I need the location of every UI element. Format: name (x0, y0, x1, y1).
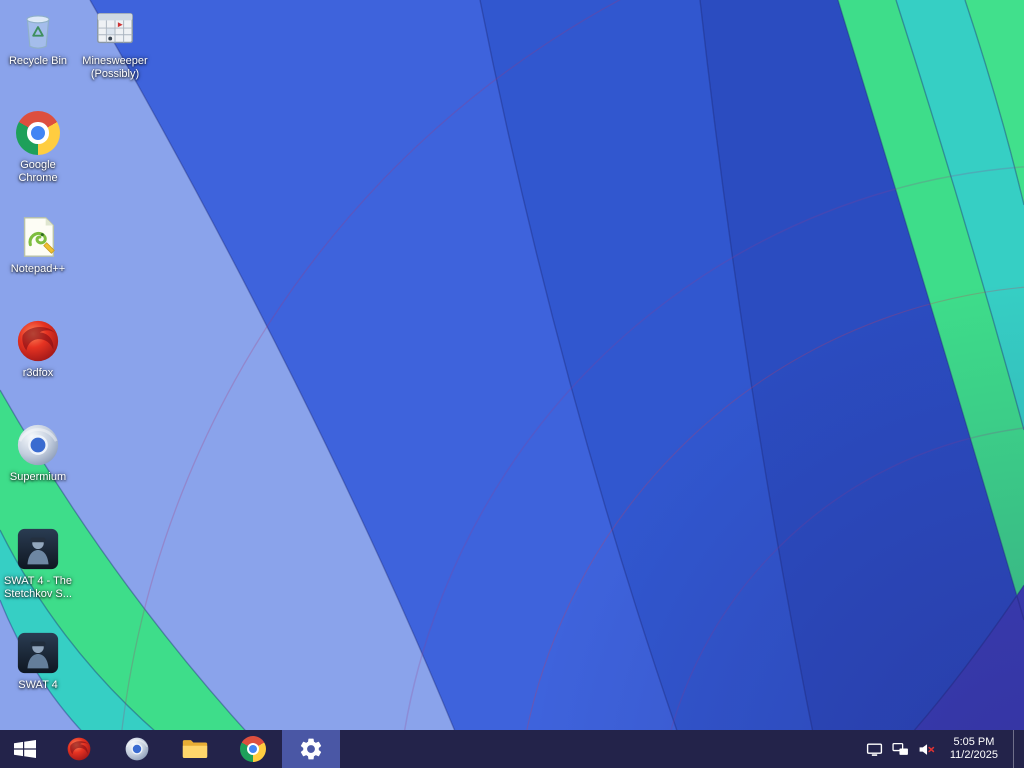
taskbar-r3dfox-button[interactable] (50, 730, 108, 768)
network-icon[interactable] (892, 741, 909, 758)
desktop-icon-label: SWAT 4 (18, 679, 58, 691)
r3dfox-icon (66, 736, 92, 762)
desktop-icon-label: Notepad++ (10, 263, 66, 275)
tray-time: 5:05 PM (953, 736, 995, 748)
desktop-icon-recycle-bin[interactable]: Recycle Bin (1, 6, 75, 106)
windows-logo-icon (12, 736, 38, 762)
supermium-icon (124, 736, 150, 762)
swat4-icon (15, 630, 61, 676)
taskbar-supermium-button[interactable] (108, 730, 166, 768)
supermium-icon (15, 422, 61, 468)
notepadpp-icon (15, 214, 61, 260)
taskbar-chrome-button[interactable] (224, 730, 282, 768)
desktop-icon-label: SWAT 4 - The Stetchkov S... (3, 575, 73, 600)
desktop-icon-google-chrome[interactable]: Google Chrome (1, 110, 75, 210)
display-icon[interactable] (866, 741, 883, 758)
r3dfox-icon (15, 318, 61, 364)
chrome-icon (15, 110, 61, 156)
minesweeper-icon (92, 6, 138, 52)
system-tray: 5:05 PM 11/2/2025 (866, 730, 1024, 768)
desktop-icon-swat4[interactable]: SWAT 4 (1, 630, 75, 730)
desktop-icon-label: Supermium (9, 471, 67, 483)
desktop-icon-label: r3dfox (22, 367, 54, 379)
desktop-icon-label: Google Chrome (18, 159, 58, 184)
wallpaper-corner-shading (0, 0, 1024, 768)
chrome-icon (240, 736, 266, 762)
desktop-icon-label: Minesweeper (Possibly) (82, 55, 148, 80)
volume-muted-icon[interactable] (918, 741, 935, 758)
wallpaper (0, 0, 1024, 768)
swat4-icon (15, 526, 61, 572)
desktop-icon-notepadpp[interactable]: Notepad++ (1, 214, 75, 314)
screen: Recycle Bin Minesweeper (Possibly) Googl… (0, 0, 1024, 768)
desktop-icon-label: Recycle Bin (8, 55, 68, 67)
desktop-icon-supermium[interactable]: Supermium (1, 422, 75, 522)
start-button[interactable] (0, 730, 50, 768)
desktop-icon-r3dfox[interactable]: r3dfox (1, 318, 75, 418)
desktop-icon-swat4-stetchkov[interactable]: SWAT 4 - The Stetchkov S... (1, 526, 75, 626)
taskbar-settings-button[interactable] (282, 730, 340, 768)
tray-date: 11/2/2025 (949, 749, 998, 761)
show-desktop-button[interactable] (1013, 730, 1020, 768)
taskbar-file-explorer-button[interactable] (166, 730, 224, 768)
recycle-bin-icon (15, 6, 61, 52)
gear-icon (298, 736, 324, 762)
taskbar: 5:05 PM 11/2/2025 (0, 730, 1024, 768)
taskbar-clock[interactable]: 5:05 PM 11/2/2025 (944, 736, 1004, 762)
folder-icon (182, 736, 208, 762)
desktop-icon-minesweeper[interactable]: Minesweeper (Possibly) (78, 6, 152, 106)
